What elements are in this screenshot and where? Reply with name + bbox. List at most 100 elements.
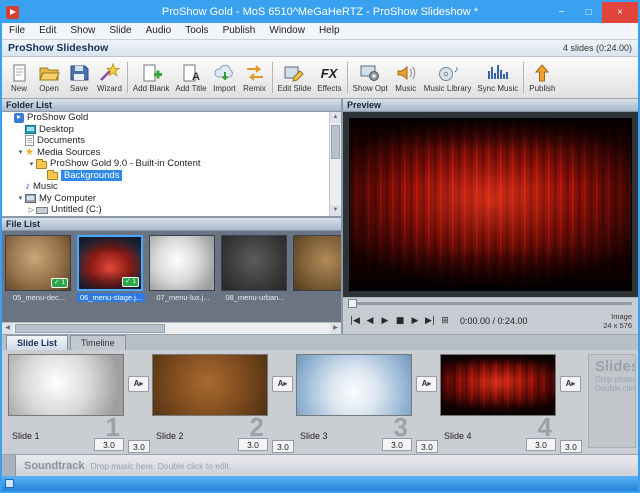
slide-cell[interactable]: Slide 1 1 3.0 (8, 354, 126, 454)
menu-slide[interactable]: Slide (102, 23, 138, 39)
tree-item-my-computer[interactable]: My Computer (2, 193, 341, 205)
file-thumbnail-partial[interactable] (293, 234, 341, 321)
transition-ab-icon[interactable] (128, 376, 149, 392)
slide-cell[interactable]: Slide 2 2 3.0 (152, 354, 270, 454)
tree-item-proshow-gold[interactable]: ProShow Gold (2, 112, 341, 124)
music-library-button[interactable]: ♪ Music Library (421, 58, 475, 97)
stop-button[interactable]: ■ (394, 316, 406, 326)
publish-button[interactable]: Publish (526, 58, 558, 97)
tree-item-untitled-c[interactable]: Untitled (C:) (2, 204, 341, 216)
add-title-button[interactable]: A Add Title (172, 58, 209, 97)
fullscreen-button[interactable]: ⊞ (439, 316, 451, 326)
preview-scrubber[interactable] (343, 297, 638, 308)
save-show-button[interactable]: Save (64, 58, 94, 97)
file-thumbnail-image[interactable] (149, 234, 215, 291)
file-list-scrollbar[interactable] (2, 322, 341, 334)
slide-time-box[interactable]: 3.0 (382, 438, 412, 451)
remix-button[interactable]: Remix (240, 58, 270, 97)
maximize-button[interactable]: □ (575, 2, 602, 23)
skip-start-button[interactable]: |◀ (349, 316, 361, 326)
menu-help[interactable]: Help (312, 23, 347, 39)
transition-ab-icon[interactable] (416, 376, 437, 392)
file-thumbnail[interactable]: 07_menu-lux.j... (149, 234, 217, 321)
soundtrack-bar[interactable]: Soundtrack Drop music here. Double click… (2, 454, 638, 476)
scrollbar-thumb[interactable] (331, 125, 340, 159)
tab-timeline[interactable]: Timeline (70, 335, 126, 350)
transition-time-box[interactable]: 3.0 (560, 440, 582, 453)
toolbar-separator (126, 62, 128, 93)
show-options-button[interactable]: Show Opt (350, 58, 391, 97)
scrubber-thumb[interactable] (348, 299, 357, 308)
slide-thumbnail[interactable] (152, 354, 268, 416)
sync-music-button[interactable]: Sync Music (474, 58, 521, 97)
title-bar[interactable]: ProShow Gold - MoS 6510^MeGaHeRTZ - ProS… (2, 2, 638, 23)
expander-open-icon[interactable] (27, 160, 36, 168)
file-thumbnail-image[interactable] (221, 234, 287, 291)
scrollbar-thumb[interactable] (15, 324, 165, 333)
expander-closed-icon[interactable] (27, 206, 36, 214)
tree-item-documents[interactable]: Documents (2, 135, 341, 147)
file-thumbnail-selected[interactable]: ✓ 1 06_menu-stage.j... (77, 234, 145, 321)
tree-item-builtin-content[interactable]: ProShow Gold 9.0 - Built-in Content (2, 158, 341, 170)
file-thumbnail-image[interactable] (293, 234, 341, 291)
tree-item-music[interactable]: Music (2, 181, 341, 193)
close-button[interactable]: × (602, 2, 638, 23)
new-show-button[interactable]: New (4, 58, 34, 97)
menu-publish[interactable]: Publish (216, 23, 263, 39)
slide-time-box[interactable]: 3.0 (238, 438, 268, 451)
slide-cell[interactable]: Slide 4 4 3.0 (440, 354, 558, 454)
slide-cell[interactable]: Slide 3 3 3.0 (296, 354, 414, 454)
play-button[interactable]: ▶ (379, 316, 391, 326)
wizard-button[interactable]: Wizard (94, 58, 125, 97)
slide-time-box[interactable]: 3.0 (94, 438, 124, 451)
scrubber-track[interactable] (349, 302, 632, 305)
edit-slide-button[interactable]: Edit Slide (275, 58, 315, 97)
tree-item-backgrounds[interactable]: Backgrounds (2, 169, 341, 182)
open-show-button[interactable]: Open (34, 58, 64, 97)
proshow-app-icon[interactable] (6, 6, 19, 19)
menu-audio[interactable]: Audio (139, 23, 179, 39)
tab-slide-list[interactable]: Slide List (6, 335, 69, 350)
scroll-left-icon[interactable] (2, 323, 13, 334)
slide-thumbnail[interactable] (440, 354, 556, 416)
tree-item-desktop[interactable]: Desktop (2, 124, 341, 136)
expander-open-icon[interactable] (16, 148, 25, 156)
menu-edit[interactable]: Edit (32, 23, 63, 39)
slide-thumbnail[interactable] (8, 354, 124, 416)
tree-item-media-sources[interactable]: Media Sources (2, 147, 341, 159)
menu-window[interactable]: Window (262, 23, 312, 39)
transition-time-box[interactable]: 3.0 (272, 440, 294, 453)
minimize-button[interactable]: − (548, 2, 575, 23)
toolbar-separator (346, 62, 348, 93)
effects-button[interactable]: FX Effects (314, 58, 344, 97)
scroll-right-icon[interactable] (330, 323, 341, 334)
transition-time-box[interactable]: 3.0 (128, 440, 150, 453)
file-thumbnail[interactable]: ✓ 1 05_menu-dec... (5, 234, 73, 321)
slide-drop-area[interactable]: Slides Drop photo / Double click to (588, 354, 636, 448)
file-list-panel: File List ✓ 1 05_menu-dec... ✓ 1 06_menu… (2, 217, 341, 334)
menu-file[interactable]: File (2, 23, 32, 39)
file-thumbnail[interactable]: 08_menu-urban... (221, 234, 289, 321)
transition-time-box[interactable]: 3.0 (416, 440, 438, 453)
file-thumbnail-image[interactable]: ✓ 1 (77, 234, 143, 291)
expander-open-icon[interactable] (16, 194, 25, 202)
step-back-button[interactable]: ◀ (364, 316, 376, 326)
add-blank-button[interactable]: Add Blank (130, 58, 172, 97)
scroll-down-icon[interactable] (330, 204, 341, 216)
add-title-icon: A (179, 63, 203, 84)
slide-time-box[interactable]: 3.0 (526, 438, 556, 451)
menu-tools[interactable]: Tools (178, 23, 215, 39)
folder-tree-scrollbar[interactable] (329, 112, 341, 216)
file-thumbnail-image[interactable]: ✓ 1 (5, 234, 71, 291)
skip-end-button[interactable]: ▶| (424, 316, 436, 326)
transition-ab-icon[interactable] (560, 376, 581, 392)
music-button[interactable]: Music (391, 58, 421, 97)
menu-show[interactable]: Show (63, 23, 102, 39)
step-forward-button[interactable]: ▶ (409, 316, 421, 326)
soundtrack-volume-strip[interactable] (2, 455, 16, 476)
transition-ab-icon[interactable] (272, 376, 293, 392)
preview-image[interactable] (349, 118, 632, 291)
import-button[interactable]: Import (210, 58, 240, 97)
scroll-up-icon[interactable] (330, 112, 341, 123)
slide-thumbnail[interactable] (296, 354, 412, 416)
